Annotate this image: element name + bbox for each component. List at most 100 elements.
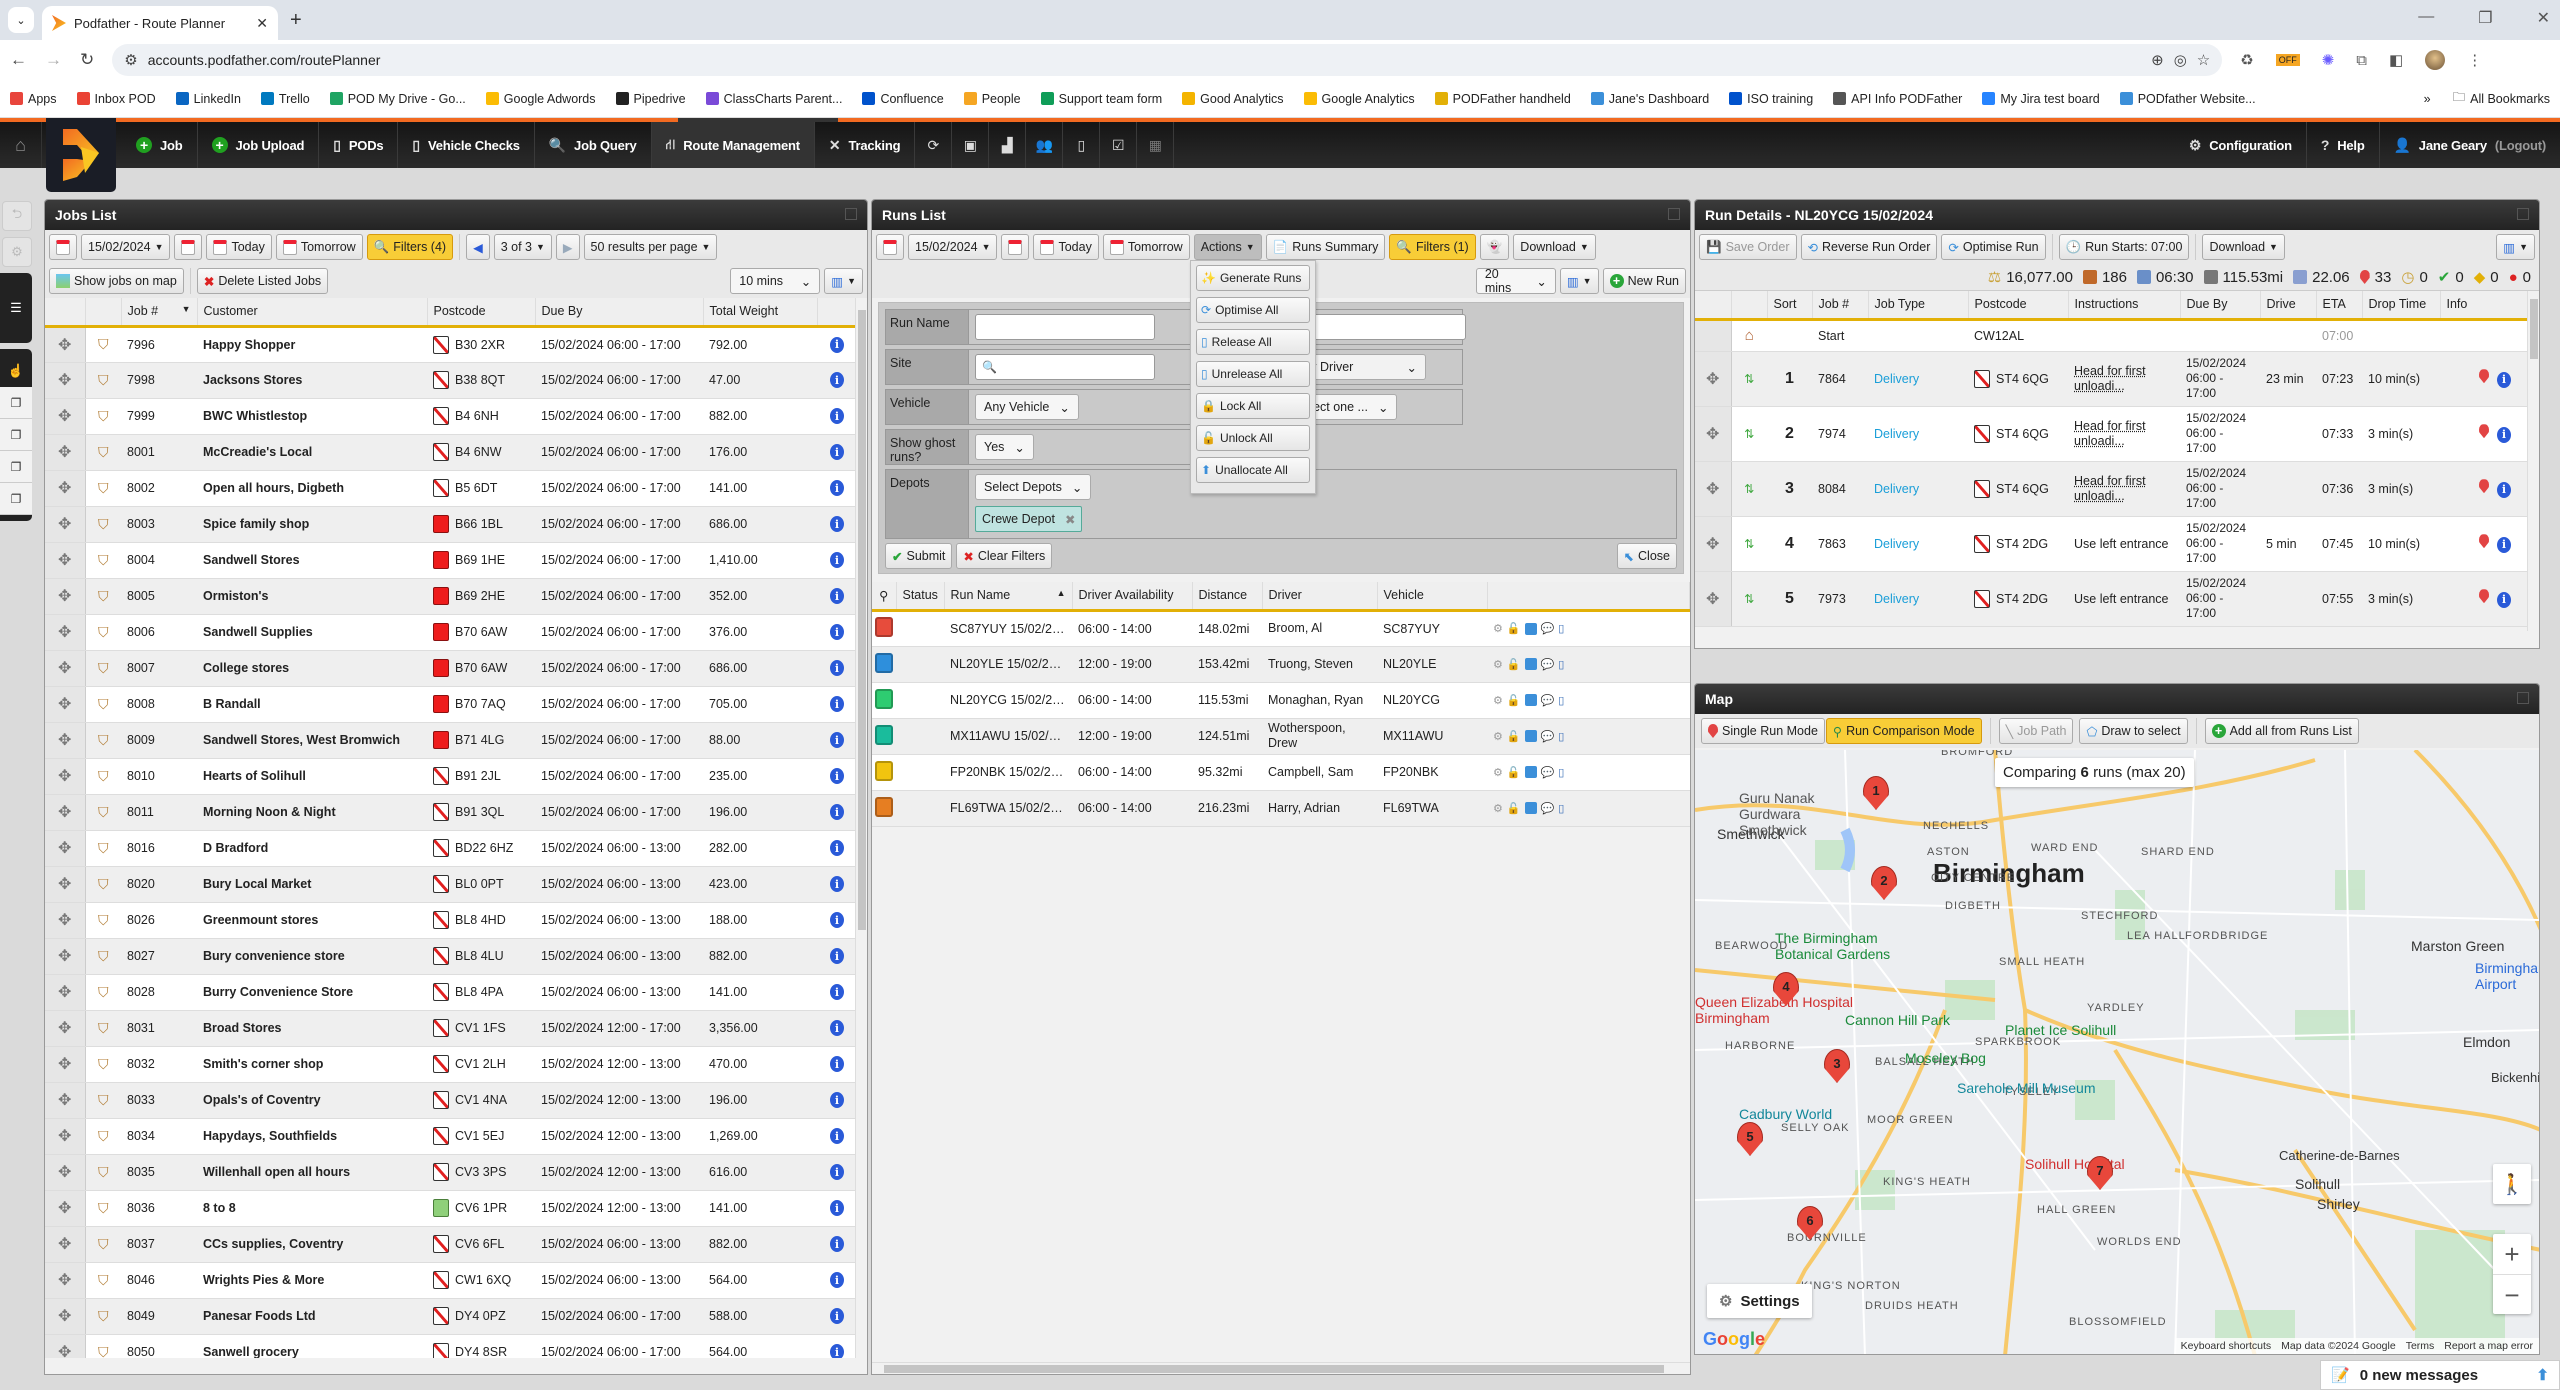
info-icon[interactable]: i — [830, 732, 844, 748]
job-row[interactable]: ✥ ⛉ 8026 Greenmount stores BL8 4HD 15/02/2024… — [45, 902, 857, 939]
sparkle-extension-icon[interactable]: ✺ — [2322, 51, 2335, 69]
run-color-swatch[interactable] — [875, 796, 893, 817]
run-comparison-mode-button[interactable]: ⚲ Run Comparison Mode — [1825, 718, 1982, 744]
job-row[interactable]: ✥ ⛉ 7999 BWC Whistlestop B4 6NH 15/02/2024 06… — [45, 398, 857, 435]
handheld-icon[interactable]: ▯ — [1558, 658, 1564, 671]
display-icon[interactable]: ▣ — [952, 122, 990, 168]
drag-handle-icon[interactable]: ✥ — [58, 1344, 71, 1358]
draw-to-select-button[interactable]: ⬠ Draw to select — [2079, 718, 2188, 744]
info-icon[interactable]: i — [830, 1308, 844, 1324]
job-type-link[interactable]: Delivery — [1868, 461, 1968, 517]
bookmark-star-icon[interactable]: ☆ — [2197, 51, 2210, 69]
unlock-icon[interactable]: 🔓 — [1507, 658, 1521, 671]
col-distance[interactable]: Distance — [1192, 582, 1263, 612]
info-icon[interactable]: i — [830, 660, 844, 676]
drag-handle-icon[interactable]: ✥ — [58, 840, 71, 857]
col-instructions[interactable]: Instructions — [2068, 291, 2181, 321]
reload-icon[interactable]: ↻ — [80, 50, 94, 70]
restore-icon[interactable]: ❐ — [2478, 8, 2492, 28]
col-job-number[interactable]: Job # ▼ — [121, 298, 198, 328]
up-down-swap-icon[interactable]: ⇅ — [1744, 372, 1754, 386]
logout-link[interactable]: (Logout) — [2495, 138, 2546, 153]
stop-row[interactable]: ✥ ⇅ 5 7973 Delivery ST4 2DG Use left entrance 1… — [1695, 571, 2527, 627]
message-icon[interactable]: 💬 — [1541, 694, 1555, 707]
site-search-input[interactable]: 🔍 — [975, 354, 1155, 380]
stop-row[interactable]: ✥ ⇅ 2 7974 Delivery ST4 6QG Head for first unl… — [1695, 406, 2527, 462]
browser-tab[interactable]: Podfather - Route Planner ✕ — [42, 6, 278, 40]
maximize-icon[interactable] — [845, 208, 857, 220]
reverse-run-order-button[interactable]: ⟲ Reverse Run Order — [1800, 234, 1938, 260]
run-row[interactable]: MX11AWU 15/02/2024 12:00 - 19:00 124.51mi W… — [872, 718, 1690, 755]
new-tab-button[interactable]: + — [290, 9, 302, 32]
instructions[interactable]: Head for first unloadi... — [2074, 474, 2146, 503]
drag-handle-icon[interactable]: ✥ — [58, 337, 71, 354]
drag-handle-icon[interactable]: ✥ — [58, 408, 71, 425]
job-row[interactable]: ✥ ⛉ 8032 Smith's corner shop CV1 2LH 15/02/20… — [45, 1046, 857, 1083]
job-row[interactable]: ✥ ⛉ 8016 D Bradford BD22 6HZ 15/02/2024 06:00… — [45, 830, 857, 867]
window-icon[interactable]: ❐ — [0, 451, 32, 483]
job-type-link[interactable]: Delivery — [1868, 351, 1968, 407]
drag-handle-icon[interactable]: ✥ — [1706, 371, 1719, 388]
nav-route-management[interactable]: ⛙ Route Management — [651, 122, 815, 168]
run-settings-icon[interactable]: ⚙ — [1493, 802, 1503, 815]
jobs-scrollbar[interactable] — [855, 298, 867, 1358]
run-color-swatch[interactable] — [875, 617, 893, 637]
device-icon[interactable]: ▯ — [1063, 122, 1101, 168]
job-row[interactable]: ✥ ⛉ 8020 Bury Local Market BL0 0PT 15/02/2024… — [45, 866, 857, 903]
action-generate-runs[interactable]: ✨ Generate Runs — [1196, 265, 1310, 291]
job-row[interactable]: ✥ ⛉ 8035 Willenhall open all hours CV3 3PS 15… — [45, 1154, 857, 1191]
list-view-icon[interactable]: ☰ — [0, 273, 32, 343]
info-icon[interactable]: i — [2497, 426, 2511, 443]
filters-button[interactable]: 🔍 Filters (1) — [1389, 234, 1476, 260]
today-button[interactable]: Today — [1033, 234, 1099, 260]
unlock-icon[interactable]: 🔓 — [1507, 694, 1521, 707]
handheld-icon[interactable]: ▯ — [1558, 766, 1564, 779]
info-icon[interactable]: i — [830, 1128, 844, 1144]
job-path-button[interactable]: ╲ Job Path — [1998, 718, 2074, 744]
clear-filters-button[interactable]: ✖ Clear Filters — [956, 543, 1053, 569]
info-icon[interactable]: i — [2497, 371, 2511, 388]
bookmark-item[interactable]: Apps — [10, 92, 57, 106]
bookmark-item[interactable]: Good Analytics — [1182, 92, 1284, 106]
optimise-icon[interactable] — [1524, 622, 1537, 635]
people-icon[interactable]: 👥 — [1026, 122, 1064, 168]
user-menu[interactable]: 👤 Jane Geary (Logout) — [2380, 122, 2560, 168]
info-icon[interactable]: i — [830, 1164, 844, 1180]
drag-handle-icon[interactable]: ✥ — [58, 984, 71, 1001]
add-all-runs-button[interactable]: + Add all from Runs List — [2204, 718, 2359, 744]
interval-select[interactable]: 10 mins ⌄ — [730, 268, 821, 294]
drag-handle-icon[interactable]: ✥ — [1706, 426, 1719, 443]
col-job-number[interactable]: Job # — [1812, 291, 1869, 321]
back-icon[interactable]: ← — [10, 50, 27, 70]
site-info-icon[interactable]: ⚙ — [124, 51, 137, 69]
vehicle-select[interactable]: Any Vehicle ⌄ — [975, 394, 1079, 420]
map-pin-icon[interactable] — [2479, 589, 2489, 604]
zoom-in-button[interactable]: + — [2493, 1234, 2531, 1274]
job-row[interactable]: ✥ ⛉ 8034 Hapydays, Southfields CV1 5EJ 15/02/… — [45, 1118, 857, 1155]
job-row[interactable]: ✥ ⛉ 8006 Sandwell Supplies B70 6AW 15/02/2024… — [45, 614, 857, 651]
stop-row[interactable]: ✥ ⇅ 1 7864 Delivery ST4 6QG Head for first unl… — [1695, 351, 2527, 407]
instructions[interactable]: Head for first unloadi... — [2074, 419, 2146, 448]
bookmark-item[interactable]: PODFather handheld — [1434, 92, 1571, 106]
run-settings-icon[interactable]: ⚙ — [1493, 694, 1503, 707]
prev-day-button[interactable] — [49, 234, 77, 260]
job-row[interactable]: ✥ ⛉ 8050 Sanwell grocery DY4 8SR 15/02/2024 0… — [45, 1334, 857, 1358]
drag-handle-icon[interactable]: ✥ — [58, 696, 71, 713]
drag-handle-icon[interactable]: ✥ — [58, 804, 71, 821]
action-release-all[interactable]: ▯ Release All — [1196, 329, 1310, 355]
job-row[interactable]: ✥ ⛉ 8011 Morning Noon & Night B91 3QL 15/02/2… — [45, 794, 857, 831]
col-postcode[interactable]: Postcode — [1968, 291, 2069, 321]
maximize-icon[interactable] — [2517, 208, 2529, 220]
drag-handle-icon[interactable]: ✥ — [58, 1308, 71, 1325]
nav-tracking[interactable]: ✕ Tracking — [815, 122, 916, 168]
col-due-by[interactable]: Due By — [535, 298, 704, 328]
page-select[interactable]: 3 of 3 ▼ — [493, 234, 552, 260]
info-icon[interactable]: i — [830, 1056, 844, 1072]
run-starts-button[interactable]: 🕒 Run Starts: 07:00 — [2058, 234, 2190, 260]
unlock-icon[interactable]: 🔓 — [1507, 766, 1521, 779]
profile-avatar[interactable] — [2425, 50, 2446, 70]
message-icon[interactable]: 💬 — [1541, 658, 1555, 671]
message-icon[interactable]: 💬 — [1541, 730, 1555, 743]
next-page-button[interactable]: ▶ — [555, 234, 580, 260]
job-row[interactable]: ✥ ⛉ 8008 B Randall B70 7AQ 15/02/2024 06:00 -… — [45, 686, 857, 723]
